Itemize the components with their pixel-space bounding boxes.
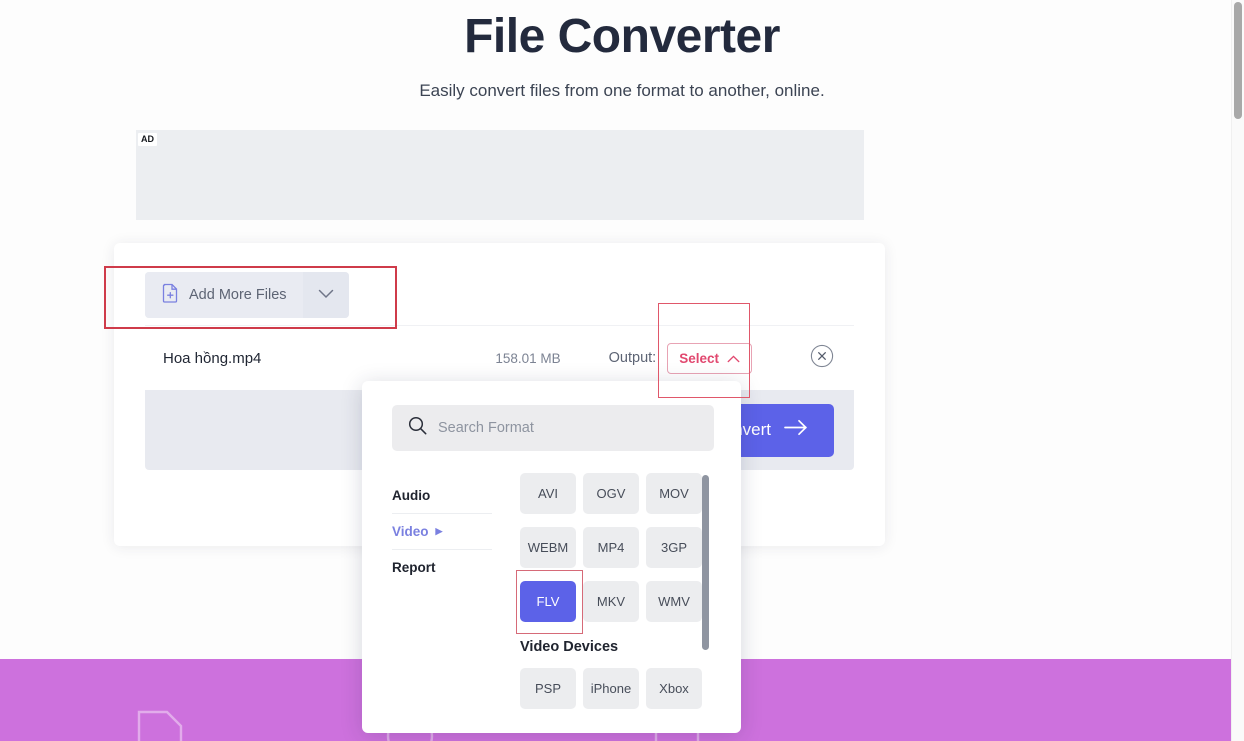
format-dropdown-panel: Search Format Audio Video ▶ Report AVI O… [362,381,741,733]
device-chip[interactable]: Xbox [646,668,702,709]
output-format-select-label: Select [679,350,719,366]
format-list-scrollbar[interactable] [702,475,709,650]
output-format-select-button[interactable]: Select [667,342,752,374]
arrow-right-icon [784,419,808,441]
video-devices-grid: PSP iPhone Xbox [520,668,741,709]
file-size: 158.01 MB [495,350,561,366]
chevron-down-icon [318,286,334,304]
format-chip[interactable]: 3GP [646,527,702,568]
format-category-report[interactable]: Report [392,550,492,585]
file-name: Hoa hồng.mp4 [163,349,262,367]
search-format-placeholder: Search Format [438,420,534,436]
browser-scrollbar-track[interactable] [1231,0,1244,741]
format-chip[interactable]: WEBM [520,527,576,568]
format-chip[interactable]: OGV [583,473,639,514]
add-more-files-dropdown-toggle[interactable] [302,272,349,318]
format-category-audio-label: Audio [392,488,431,503]
add-more-files-label: Add More Files [189,287,287,303]
dropdown-body: Audio Video ▶ Report AVI OGV MOV WEBM MP… [362,467,741,733]
browser-scrollbar-thumb[interactable] [1234,2,1242,119]
ad-banner[interactable]: AD [136,130,864,220]
format-chip[interactable]: AVI [520,473,576,514]
ad-badge: AD [138,133,157,146]
document-outline-icon [137,710,183,741]
page-title: File Converter [464,10,780,63]
remove-file-button[interactable] [810,344,834,373]
chevron-right-icon: ▶ [435,526,443,536]
chevron-up-icon [727,351,740,366]
page-subtitle: Easily convert files from one format to … [419,81,825,100]
device-chip[interactable]: PSP [520,668,576,709]
format-category-list: Audio Video ▶ Report [392,467,492,733]
format-category-report-label: Report [392,560,436,575]
search-format-input[interactable]: Search Format [392,405,714,451]
format-chip[interactable]: MKV [583,581,639,622]
file-plus-icon [161,283,180,308]
format-list: AVI OGV MOV WEBM MP4 3GP FLV MKV WMV Vid… [492,467,741,733]
page-header: File Converter Easily convert files from… [0,0,1244,102]
format-chip-selected[interactable]: FLV [520,581,576,622]
format-category-video-label: Video [392,524,429,539]
format-chip[interactable]: MOV [646,473,702,514]
format-chip[interactable]: MP4 [583,527,639,568]
close-circle-icon [810,344,834,373]
search-icon [408,416,427,440]
output-label: Output: [608,350,657,366]
device-chip[interactable]: iPhone [583,668,639,709]
format-chip[interactable]: WMV [646,581,702,622]
page-root: File Converter Easily convert files from… [0,0,1244,741]
add-more-files-group: Add More Files [145,272,349,318]
format-category-video[interactable]: Video ▶ [392,514,492,550]
add-more-files-button[interactable]: Add More Files [145,272,303,318]
format-category-audio[interactable]: Audio [392,478,492,514]
